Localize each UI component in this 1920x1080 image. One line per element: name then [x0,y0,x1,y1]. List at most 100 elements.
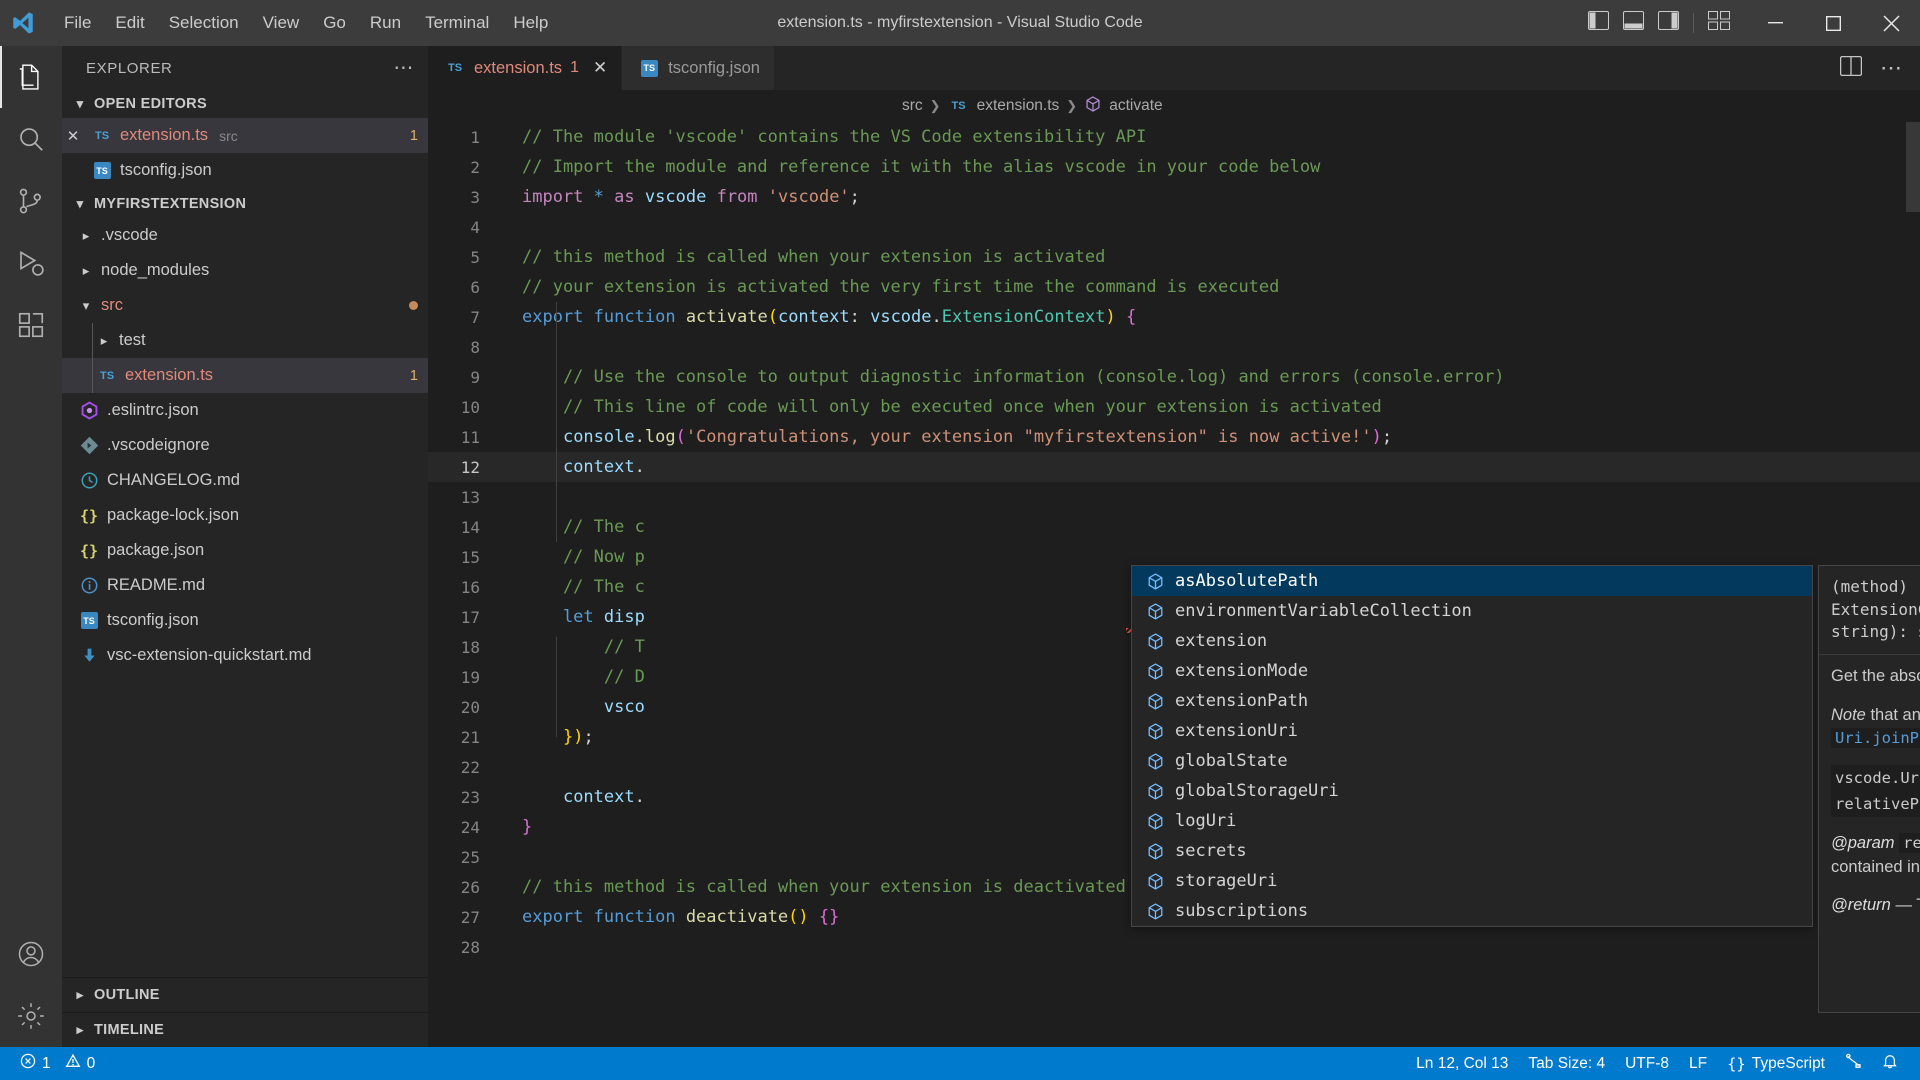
menu-run[interactable]: Run [358,9,413,37]
code-token: // D [522,667,645,687]
activity-extensions[interactable] [0,294,62,356]
status-eol[interactable]: LF [1679,1047,1717,1080]
activity-accounts[interactable] [0,923,62,985]
method-icon [1144,662,1166,681]
tree-file-package-json[interactable]: {} package.json [62,533,428,568]
tree-folder-src[interactable]: ▾ src [62,288,428,323]
toggle-primary-sidebar-icon[interactable] [1588,11,1609,35]
tree-file-package-lock-json[interactable]: {} package-lock.json [62,498,428,533]
more-actions-icon[interactable]: ⋯ [393,58,414,78]
code-token: // Use the console to output diagnostic … [522,367,1505,387]
line-number: 3 [470,187,480,207]
toggle-panel-icon[interactable] [1623,11,1644,35]
status-cursor-position[interactable]: Ln 12, Col 13 [1406,1047,1518,1080]
ts-icon: TS [94,129,110,142]
split-editor-icon[interactable] [1839,55,1863,81]
suggest-widget[interactable]: asAbsolutePath environmentVariableCollect… [1131,565,1813,927]
breadcrumb-symbol[interactable]: activate [1109,97,1162,115]
code-text: // D [506,667,645,687]
suggest-item[interactable]: logUri [1132,806,1812,836]
customize-layout-icon[interactable] [1708,11,1732,35]
status-notifications[interactable] [1872,1047,1908,1080]
suggest-item[interactable]: extensionMode [1132,656,1812,686]
menu-selection[interactable]: Selection [157,9,251,37]
close-icon[interactable]: ✕ [62,127,84,145]
tree-folder-test[interactable]: ▸ test [62,323,428,358]
code-token: {} [818,907,840,927]
code-token: export [522,307,584,327]
layout-controls[interactable] [1588,11,1746,35]
breadcrumb: src ❯ TS extension.ts ❯ activate [428,90,1920,122]
section-open-editors[interactable]: ▾ OPEN EDITORS [62,90,428,118]
section-myfirstextension[interactable]: ▾ MYFIRSTEXTENSION [62,190,428,218]
suggest-item[interactable]: subscriptions [1132,896,1812,926]
tree-file-tsconfig-json[interactable]: TS tsconfig.json [62,603,428,638]
tree-file-vsc-extension-quickstart-md[interactable]: vsc-extension-quickstart.md [62,638,428,673]
tab-tsconfig-json[interactable]: TS tsconfig.json [622,46,775,90]
suggest-item[interactable]: asAbsolutePath [1132,566,1812,596]
suggest-item[interactable]: globalState [1132,746,1812,776]
menu-terminal[interactable]: Terminal [413,9,501,37]
docs-code-example: vscode.Uri.joinPath(context.extensionU r… [1831,765,1920,818]
tree-file-changelog-md[interactable]: CHANGELOG.md [62,463,428,498]
tree-folder-vscode[interactable]: ▸ .vscode [62,218,428,253]
code-line: 6 // your extension is activated the very… [428,272,1920,302]
activity-manage[interactable] [0,985,62,1047]
tab-extension-ts[interactable]: TS extension.ts 1 ✕ [428,46,623,90]
menu-bar[interactable]: File Edit Selection View Go Run Terminal… [52,9,560,37]
menu-go[interactable]: Go [311,9,358,37]
tree-folder-node-modules[interactable]: ▸ node_modules [62,253,428,288]
code-token: // Now p [522,547,645,567]
activity-explorer[interactable] [0,46,62,108]
tab-label: extension.ts [474,58,563,77]
suggest-item[interactable]: extensionUri [1132,716,1812,746]
close-icon[interactable]: ✕ [593,58,607,78]
code-text: // The module 'vscode' contains the VS C… [506,127,1146,147]
suggest-item[interactable]: extensionPath [1132,686,1812,716]
suggest-item[interactable]: environmentVariableCollection [1132,596,1812,626]
vscodeignore-icon [78,436,100,455]
section-outline[interactable]: ▸ OUTLINE [62,977,428,1012]
open-editor-extension-ts[interactable]: ✕ TS extension.ts src 1 [62,118,428,153]
scrollbar-thumb[interactable] [1906,122,1920,212]
menu-help[interactable]: Help [501,9,560,37]
suggest-item[interactable]: storageUri [1132,866,1812,896]
more-actions-icon[interactable]: ⋯ [1880,57,1902,79]
line-number: 24 [460,817,480,837]
status-language-mode[interactable]: {} TypeScript [1717,1047,1835,1080]
docs-code-line-2: relativePath); [1831,791,1920,818]
docs-param-name: relativePath [1899,833,1920,854]
minimize-button[interactable] [1746,0,1804,46]
maximize-button[interactable] [1804,0,1862,46]
suggest-item[interactable]: secrets [1132,836,1812,866]
section-timeline[interactable]: ▸ TIMELINE [62,1012,428,1047]
tree-file-vscodeignore[interactable]: .vscodeignore [62,428,428,463]
code-token: 'vscode' [767,187,850,207]
menu-view[interactable]: View [251,9,312,37]
status-remote[interactable] [1835,1047,1872,1080]
status-tab-size[interactable]: Tab Size: 4 [1518,1047,1615,1080]
suggest-item[interactable]: globalStorageUri [1132,776,1812,806]
tree-file-extension-ts[interactable]: TS extension.ts 1 [62,358,428,393]
status-problems[interactable]: 1 0 [10,1047,105,1080]
activity-run-and-debug[interactable] [0,232,62,294]
tree-file-readme-md[interactable]: README.md [62,568,428,603]
code-token: // Import the module and reference it wi… [522,157,1321,177]
open-editor-tsconfig-json[interactable]: TS tsconfig.json [62,153,428,188]
tsconfig-icon: TS [91,162,113,179]
menu-edit[interactable]: Edit [103,9,156,37]
close-button[interactable] [1862,0,1920,46]
activity-source-control[interactable] [0,170,62,232]
tree-item-label: test [119,331,146,349]
toggle-secondary-sidebar-icon[interactable] [1658,11,1679,35]
chevron-right-icon: ▸ [76,987,84,1002]
vscode-window: File Edit Selection View Go Run Terminal… [0,0,1920,1080]
tree-file-eslintrc-json[interactable]: .eslintrc.json [62,393,428,428]
breadcrumb-file[interactable]: extension.ts [977,97,1060,115]
menu-file[interactable]: File [52,9,103,37]
activity-search[interactable] [0,108,62,170]
breadcrumb-src[interactable]: src [902,97,923,115]
suggest-item[interactable]: extension [1132,626,1812,656]
status-encoding[interactable]: UTF-8 [1615,1047,1679,1080]
